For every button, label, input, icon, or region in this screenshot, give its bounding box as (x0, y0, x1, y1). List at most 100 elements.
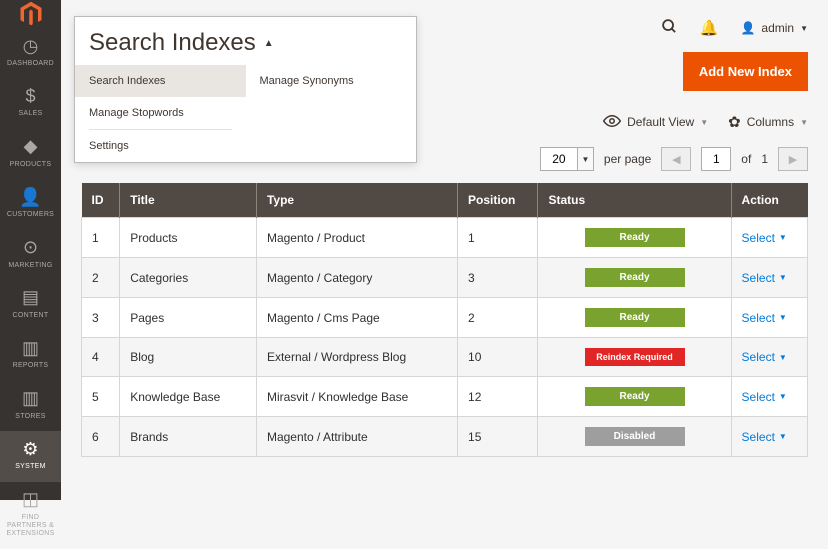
system-icon: ⚙ (22, 439, 38, 459)
nav-label: SALES (18, 110, 42, 118)
prev-page-button[interactable]: ◀ (661, 147, 691, 171)
nav-label: MARKETING (8, 262, 52, 270)
nav-label: FIND PARTNERS & EXTENSIONS (2, 514, 59, 539)
nav-marketing[interactable]: ⊙ MARKETING (0, 230, 61, 280)
dropdown-item-manage-stopwords[interactable]: Manage Stopwords (75, 97, 246, 129)
notifications-icon[interactable]: 🔔 (700, 19, 719, 37)
page-header: Search Indexes ▲ 🔔 👤 admin ▼ Search Inde… (61, 0, 828, 52)
table-row[interactable]: 4BlogExternal / Wordpress Blog10Reindex … (82, 338, 808, 377)
select-action[interactable]: Select ▼ (742, 271, 787, 285)
nav-customers[interactable]: 👤 CUSTOMERS (0, 179, 61, 229)
cell-type: Magento / Cms Page (256, 298, 457, 338)
nav-dashboard[interactable]: ◷ DASHBOARD (0, 28, 61, 78)
indexes-table: ID Title Type Position Status Action 1Pr… (81, 183, 808, 457)
table-row[interactable]: 3PagesMagento / Cms Page2Ready Select ▼ (82, 298, 808, 338)
select-action[interactable]: Select ▼ (742, 390, 787, 404)
magento-logo[interactable] (0, 0, 61, 28)
table-row[interactable]: 5Knowledge BaseMirasvit / Knowledge Base… (82, 377, 808, 417)
page-input[interactable] (701, 147, 731, 171)
caret-down-icon: ▼ (779, 273, 787, 282)
cell-status: Ready (538, 298, 731, 338)
cell-id: 4 (82, 338, 120, 377)
cell-position: 2 (458, 298, 538, 338)
cell-position: 12 (458, 377, 538, 417)
cell-status: Ready (538, 377, 731, 417)
cell-status: Reindex Required (538, 338, 731, 377)
select-action[interactable]: Select ▼ (742, 311, 787, 325)
cell-type: Mirasvit / Knowledge Base (256, 377, 457, 417)
cell-type: Magento / Category (256, 258, 457, 298)
columns-toggle[interactable]: ✿ Columns ▼ (728, 113, 808, 131)
cell-action: Select ▼ (731, 298, 807, 338)
cell-title: Products (120, 218, 257, 258)
table-row[interactable]: 6BrandsMagento / Attribute15DisabledSele… (82, 417, 808, 457)
nav-content[interactable]: ▤ CONTENT (0, 280, 61, 330)
nav-partners[interactable]: ◫ FIND PARTNERS & EXTENSIONS (0, 482, 61, 549)
per-page-dropdown-button[interactable]: ▼ (578, 147, 594, 171)
cell-id: 6 (82, 417, 120, 457)
default-view-toggle[interactable]: Default View ▼ (603, 114, 708, 131)
th-title[interactable]: Title (120, 183, 257, 218)
nav-sales[interactable]: $ SALES (0, 78, 61, 128)
cell-id: 2 (82, 258, 120, 298)
table-row[interactable]: 1ProductsMagento / Product1ReadySelect ▼ (82, 218, 808, 258)
table-row[interactable]: 2CategoriesMagento / Category3ReadySelec… (82, 258, 808, 298)
cell-action: Select ▼ (731, 338, 807, 377)
search-icon[interactable] (661, 18, 678, 39)
marketing-icon: ⊙ (23, 238, 38, 258)
select-action[interactable]: Select ▼ (742, 231, 787, 245)
gear-icon: ✿ (728, 113, 741, 131)
th-id[interactable]: ID (82, 183, 120, 218)
user-menu[interactable]: 👤 admin ▼ (740, 21, 808, 35)
nav-system[interactable]: ⚙ SYSTEM (0, 431, 61, 481)
dropdown-item-search-indexes[interactable]: Search Indexes (75, 65, 246, 97)
cell-title: Knowledge Base (120, 377, 257, 417)
cell-action: Select ▼ (731, 258, 807, 298)
cell-position: 15 (458, 417, 538, 457)
select-action[interactable]: Select ▼ (742, 350, 787, 364)
nav-stores[interactable]: ▥ STORES (0, 381, 61, 431)
next-page-button[interactable]: ▶ (778, 147, 808, 171)
total-pages: 1 (761, 152, 768, 166)
nav-label: DASHBOARD (7, 60, 54, 68)
caret-down-icon: ▼ (800, 24, 808, 33)
cell-title: Categories (120, 258, 257, 298)
nav-label: SYSTEM (15, 463, 46, 471)
status-badge: Ready (585, 228, 685, 247)
nav-products[interactable]: ◆ PRODUCTS (0, 129, 61, 179)
per-page-input[interactable] (540, 147, 578, 171)
eye-icon (603, 114, 621, 131)
caret-down-icon: ▼ (779, 353, 787, 362)
add-new-index-button[interactable]: Add New Index (683, 52, 808, 91)
nav-label: CUSTOMERS (7, 211, 54, 219)
cell-action: Select ▼ (731, 377, 807, 417)
admin-sidebar: ◷ DASHBOARD $ SALES ◆ PRODUCTS 👤 CUSTOME… (0, 0, 61, 500)
cell-title: Pages (120, 298, 257, 338)
nav-label: PRODUCTS (10, 161, 52, 169)
cell-title: Blog (120, 338, 257, 377)
status-badge: Ready (585, 268, 685, 287)
columns-label: Columns (747, 115, 794, 129)
th-type[interactable]: Type (256, 183, 457, 218)
caret-down-icon: ▼ (779, 313, 787, 322)
content-icon: ▤ (22, 288, 39, 308)
nav-label: CONTENT (13, 312, 49, 320)
per-page-label: per page (604, 152, 651, 166)
of-label: of (741, 152, 751, 166)
select-action[interactable]: Select ▼ (742, 430, 787, 444)
th-status[interactable]: Status (538, 183, 731, 218)
th-position[interactable]: Position (458, 183, 538, 218)
cell-status: Ready (538, 218, 731, 258)
dropdown-title[interactable]: Search Indexes ▲ (75, 17, 416, 65)
user-icon: 👤 (740, 21, 755, 35)
cell-id: 3 (82, 298, 120, 338)
caret-up-icon: ▲ (264, 38, 274, 49)
caret-down-icon: ▼ (779, 392, 787, 401)
cell-type: Magento / Product (256, 218, 457, 258)
cell-type: Magento / Attribute (256, 417, 457, 457)
th-action[interactable]: Action (731, 183, 807, 218)
dropdown-item-settings[interactable]: Settings (75, 130, 246, 162)
dropdown-item-manage-synonyms[interactable]: Manage Synonyms (246, 65, 417, 97)
nav-reports[interactable]: ▥ REPORTS (0, 330, 61, 380)
products-icon: ◆ (24, 137, 38, 157)
